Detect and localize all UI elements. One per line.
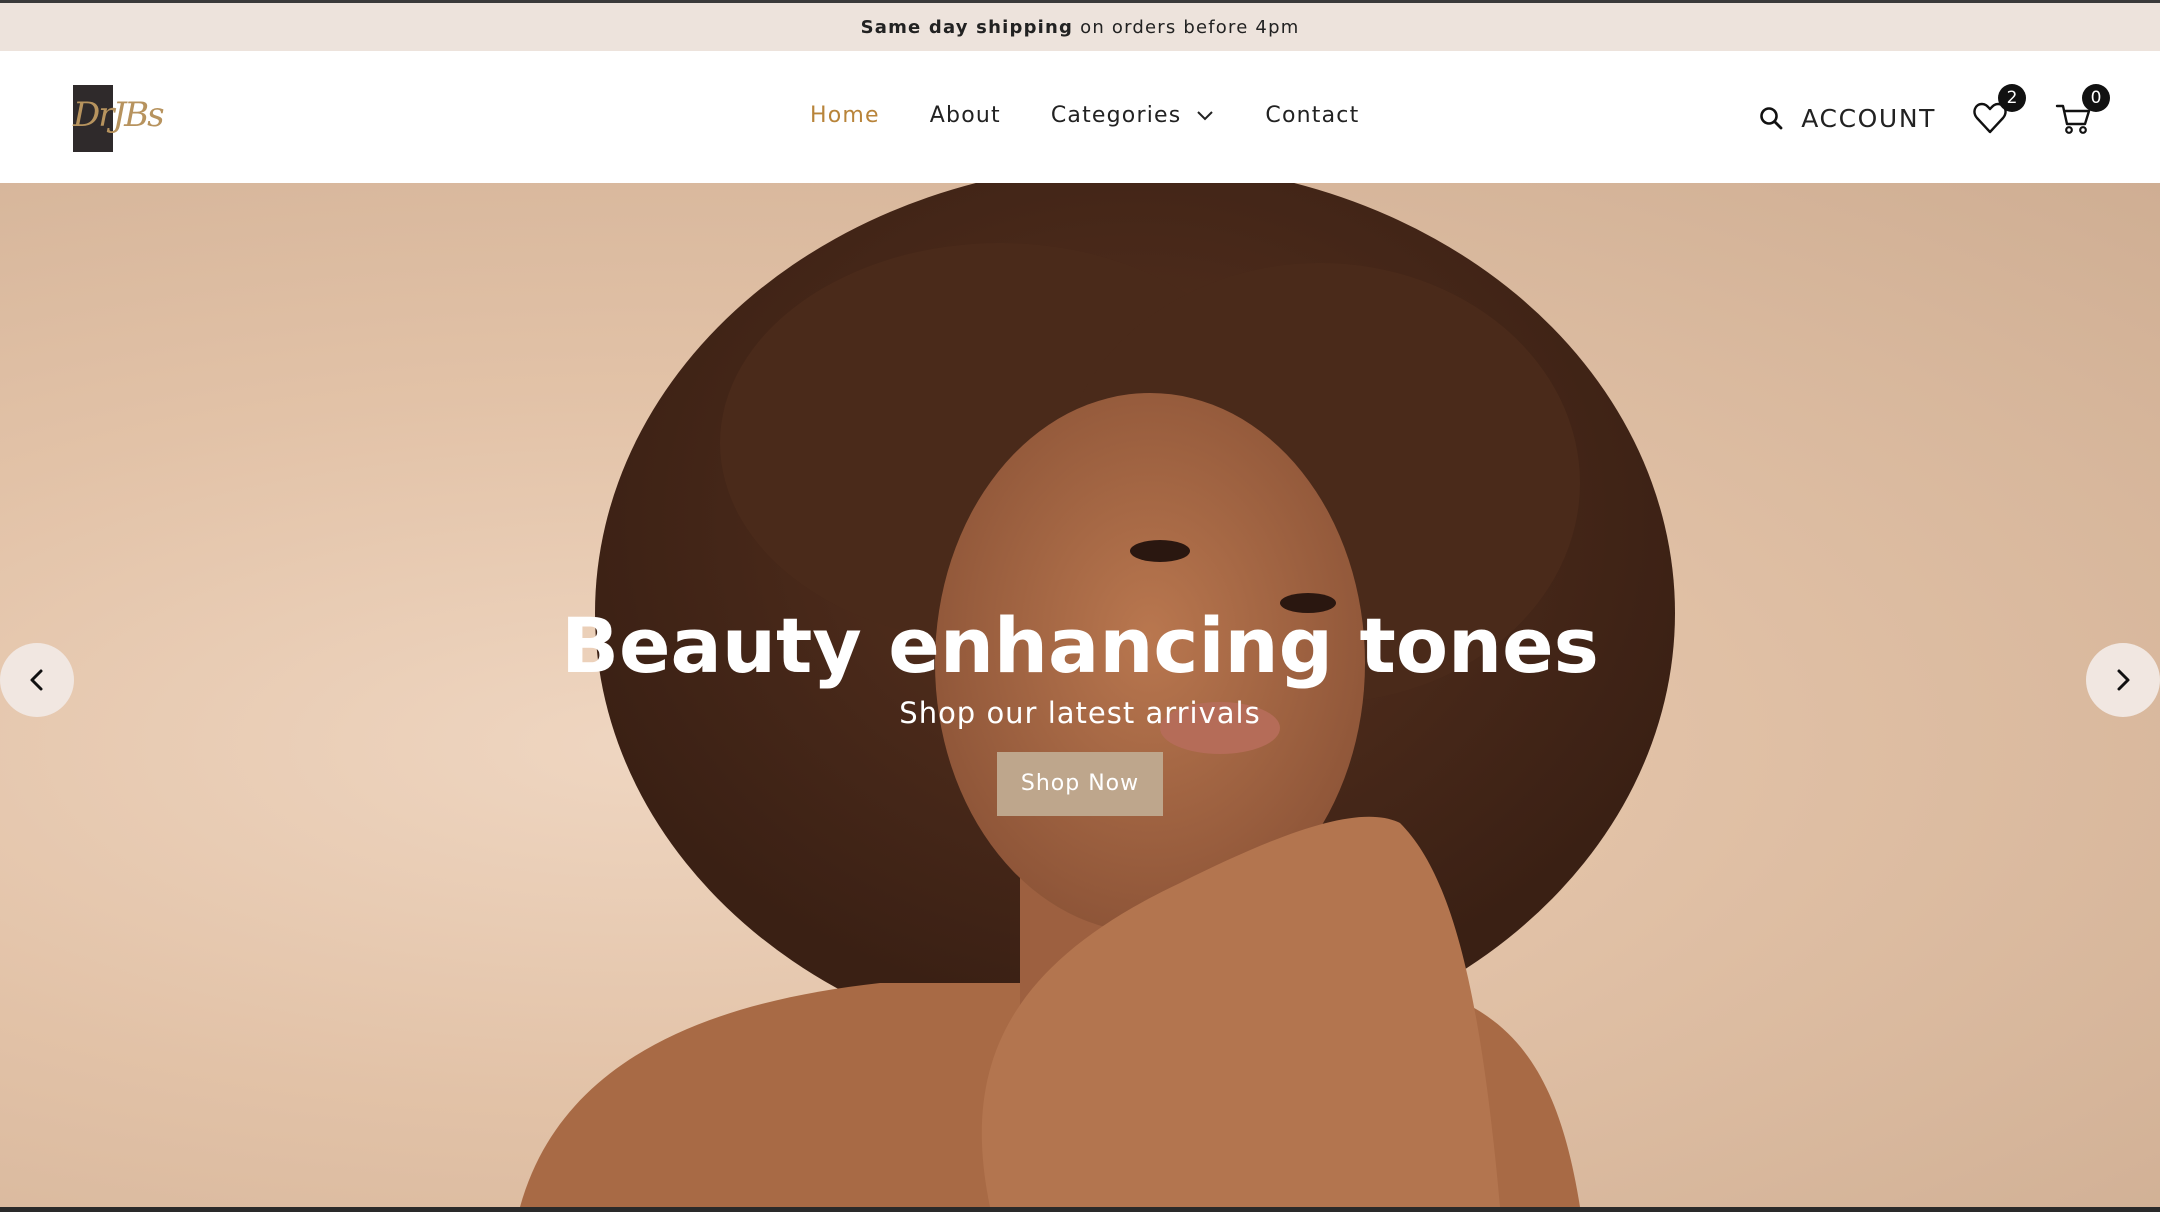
nav-categories-label: Categories (1050, 103, 1182, 128)
announcement-text: on orders before 4pm (1080, 16, 1300, 38)
search-icon[interactable] (1758, 105, 1784, 131)
announcement-bold: Same day shipping (860, 16, 1074, 38)
nav-categories[interactable]: Categories (1051, 103, 1216, 128)
nav-about[interactable]: About (930, 103, 1001, 128)
wishlist-button[interactable]: 2 (1970, 84, 2026, 138)
bottom-edge-bar (0, 1207, 2160, 1212)
nav-contact[interactable]: Contact (1265, 103, 1359, 128)
hero-subtitle: Shop our latest arrivals (899, 696, 1261, 730)
site-logo[interactable]: DrJBs (73, 85, 165, 152)
hero-title: Beauty enhancing tones (561, 601, 1599, 690)
announcement-bar: Same day shipping on orders before 4pm (0, 3, 2160, 51)
logo-text: DrJBs (73, 95, 165, 135)
header-tools: ACCOUNT 2 0 (1758, 84, 2110, 143)
wishlist-count-badge: 2 (1998, 84, 2026, 112)
hero-slider: Beauty enhancing tones Shop our latest a… (0, 183, 2160, 1207)
cart-button[interactable]: 0 (2054, 84, 2110, 138)
site-header: DrJBs Home About Categories Contact ACCO… (0, 51, 2160, 183)
cart-count-badge: 0 (2082, 84, 2110, 112)
chevron-down-icon (1197, 110, 1214, 120)
account-link[interactable]: ACCOUNT (1801, 104, 1936, 133)
nav-home[interactable]: Home (810, 103, 880, 128)
shop-now-button[interactable]: Shop Now (997, 752, 1163, 816)
main-nav: Home About Categories Contact (810, 103, 1409, 128)
hero-content: Beauty enhancing tones Shop our latest a… (0, 608, 2160, 816)
